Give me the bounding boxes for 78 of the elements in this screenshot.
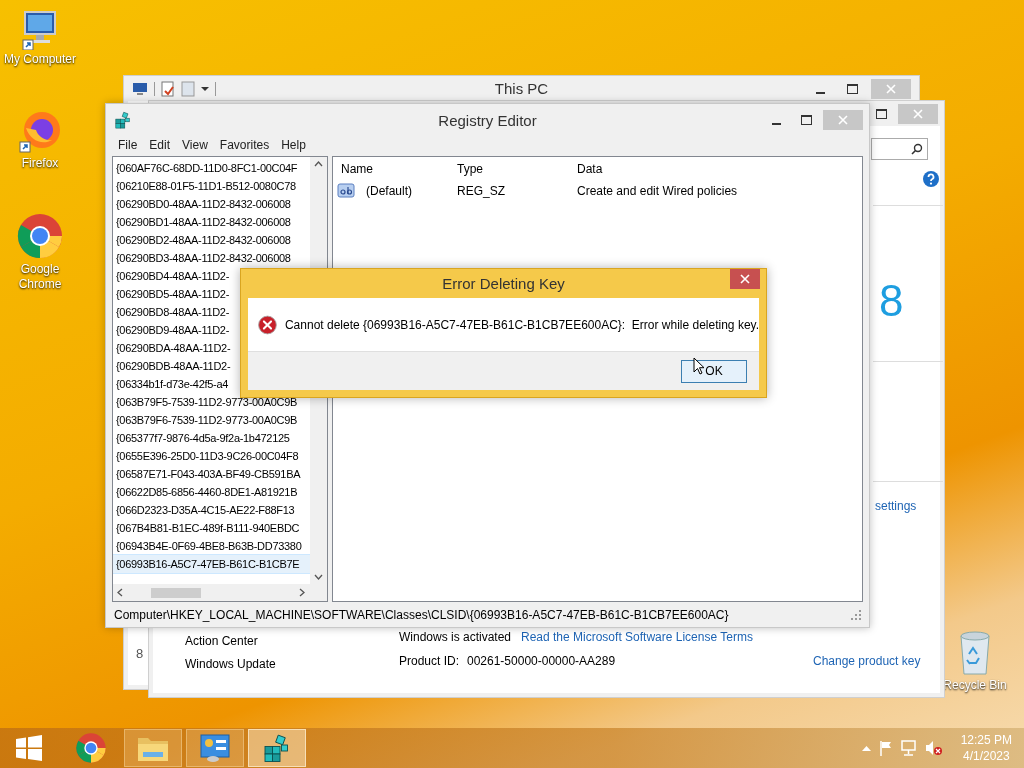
value-data: Create and edit Wired policies xyxy=(576,184,739,198)
status-path: Computer\HKEY_LOCAL_MACHINE\SOFTWARE\Classes\CLSID\{06993B16-A5C7-47EB-B61C-B1CB7EE600AC} xyxy=(114,608,729,622)
tree-item[interactable]: {06210E88-01F5-11D1-B512-0080C78 xyxy=(113,177,310,195)
close-button[interactable] xyxy=(730,269,760,289)
speaker-muted-icon[interactable] xyxy=(924,740,943,756)
desktop-icon-label[interactable]: Recycle Bin xyxy=(943,678,1007,693)
tree-item[interactable]: {060AF76C-68DD-11D0-8FC1-00C04F xyxy=(113,159,310,177)
maximize-icon xyxy=(800,115,812,125)
control-panel-icon xyxy=(199,733,231,763)
close-icon xyxy=(838,115,848,125)
tree-item[interactable]: {066D2323-D35A-4C15-AE22-F88F13 xyxy=(113,501,310,519)
column-header[interactable]: Data xyxy=(569,162,862,176)
scroll-up-icon[interactable] xyxy=(314,161,323,167)
change-product-key-link[interactable]: Change product key xyxy=(813,654,921,668)
menu-item[interactable]: Favorites xyxy=(213,138,276,152)
taskbar-button[interactable] xyxy=(186,729,244,767)
menu-item[interactable]: View xyxy=(176,138,214,152)
fox-globe-icon xyxy=(18,110,62,154)
tree-item[interactable]: {06943B4E-0F69-4BE8-B63B-DD73380 xyxy=(113,537,310,555)
activation-status: Windows is activated xyxy=(399,630,512,644)
close-icon xyxy=(886,83,896,94)
chrome-icon xyxy=(16,212,64,260)
help-icon[interactable] xyxy=(923,171,939,187)
sidebar-link[interactable]: Action Center xyxy=(185,634,258,648)
column-header[interactable]: Type xyxy=(449,162,569,176)
sidebar-link[interactable]: Windows Update xyxy=(185,657,276,671)
tree-item[interactable]: {067B4B81-B1EC-489f-B111-940EBDC xyxy=(113,519,310,537)
column-header[interactable]: Name xyxy=(333,162,449,176)
dropdown-caret-icon[interactable] xyxy=(201,85,209,92)
window-title: Registry Editor xyxy=(438,112,537,129)
tree-item[interactable]: {06993B16-A5C7-47EB-B61C-B1CB7E xyxy=(113,555,310,573)
computer-icon xyxy=(21,10,59,50)
product-id-label: Product ID: xyxy=(399,654,460,668)
tree-item[interactable]: {06622D85-6856-4460-8DE1-A81921B xyxy=(113,483,310,501)
value-name[interactable]: (Default) xyxy=(358,184,412,198)
chrome-icon xyxy=(75,732,107,764)
maximize-icon xyxy=(846,83,858,94)
menu-item[interactable]: Edit xyxy=(143,138,177,152)
windows-logo-icon xyxy=(16,735,42,761)
minimize-icon xyxy=(815,91,825,94)
tree-item[interactable]: {06290BD0-48AA-11D2-8432-006008 xyxy=(113,195,310,213)
product-id-value: 00261-50000-00000-AA289 xyxy=(467,654,616,668)
windows-logo-text: 8 xyxy=(879,276,904,326)
scroll-right-icon[interactable] xyxy=(299,588,305,597)
search-icon xyxy=(911,143,923,155)
search-field[interactable] xyxy=(871,138,928,160)
taskbar-button[interactable] xyxy=(248,729,306,767)
tree-item[interactable]: {06290BD2-48AA-11D2-8432-006008 xyxy=(113,231,310,249)
tree-item[interactable]: {06290BD1-48AA-11D2-8432-006008 xyxy=(113,213,310,231)
settings-link[interactable]: settings xyxy=(875,499,917,513)
tree-item[interactable]: {06587E71-F043-403A-BF49-CB591BA xyxy=(113,465,310,483)
value-type: REG_SZ xyxy=(456,184,506,198)
properties-icon xyxy=(161,80,175,97)
resize-grip-icon[interactable] xyxy=(851,610,861,620)
close-icon xyxy=(740,274,750,284)
partial-text: 8 xyxy=(136,646,144,661)
computer-icon xyxy=(132,81,148,96)
window-title: This PC xyxy=(494,80,549,97)
license-terms-link[interactable]: Read the Microsoft Software License Terms xyxy=(521,630,753,644)
string-value-icon xyxy=(337,183,355,199)
mouse-pointer-icon xyxy=(693,357,705,375)
scroll-down-icon[interactable] xyxy=(314,574,323,580)
maximize-icon xyxy=(875,108,887,119)
recycle-bin-icon xyxy=(957,630,993,676)
tree-item[interactable]: {065377f7-9876-4d5a-9f2a-1b472125 xyxy=(113,429,310,447)
tree-item[interactable]: {063B79F6-7539-11D2-9773-00A0C9B xyxy=(113,411,310,429)
registry-cubes-icon xyxy=(114,111,132,129)
error-message: Cannot delete {06993B16-A5C7-47EB-B61C-B1CB7EE600AC}: Error while deleting key. xyxy=(284,317,759,332)
menu-item[interactable]: File xyxy=(112,138,144,152)
scroll-left-icon[interactable] xyxy=(117,588,123,597)
tree-item[interactable]: {06290BD3-48AA-11D2-8432-006008 xyxy=(113,249,310,267)
menu-item[interactable]: Help xyxy=(275,138,312,152)
ok-button[interactable]: OK xyxy=(681,359,747,383)
tree-item[interactable]: {0655E396-25D0-11D3-9C26-00C04F8 xyxy=(113,447,310,465)
scrollbar-thumb[interactable] xyxy=(151,587,201,598)
close-icon xyxy=(913,108,923,119)
dialog-title: Error Deleting Key xyxy=(442,275,565,292)
tree-item[interactable]: {063B79F5-7539-11D2-9773-00A0C9B xyxy=(113,393,310,411)
